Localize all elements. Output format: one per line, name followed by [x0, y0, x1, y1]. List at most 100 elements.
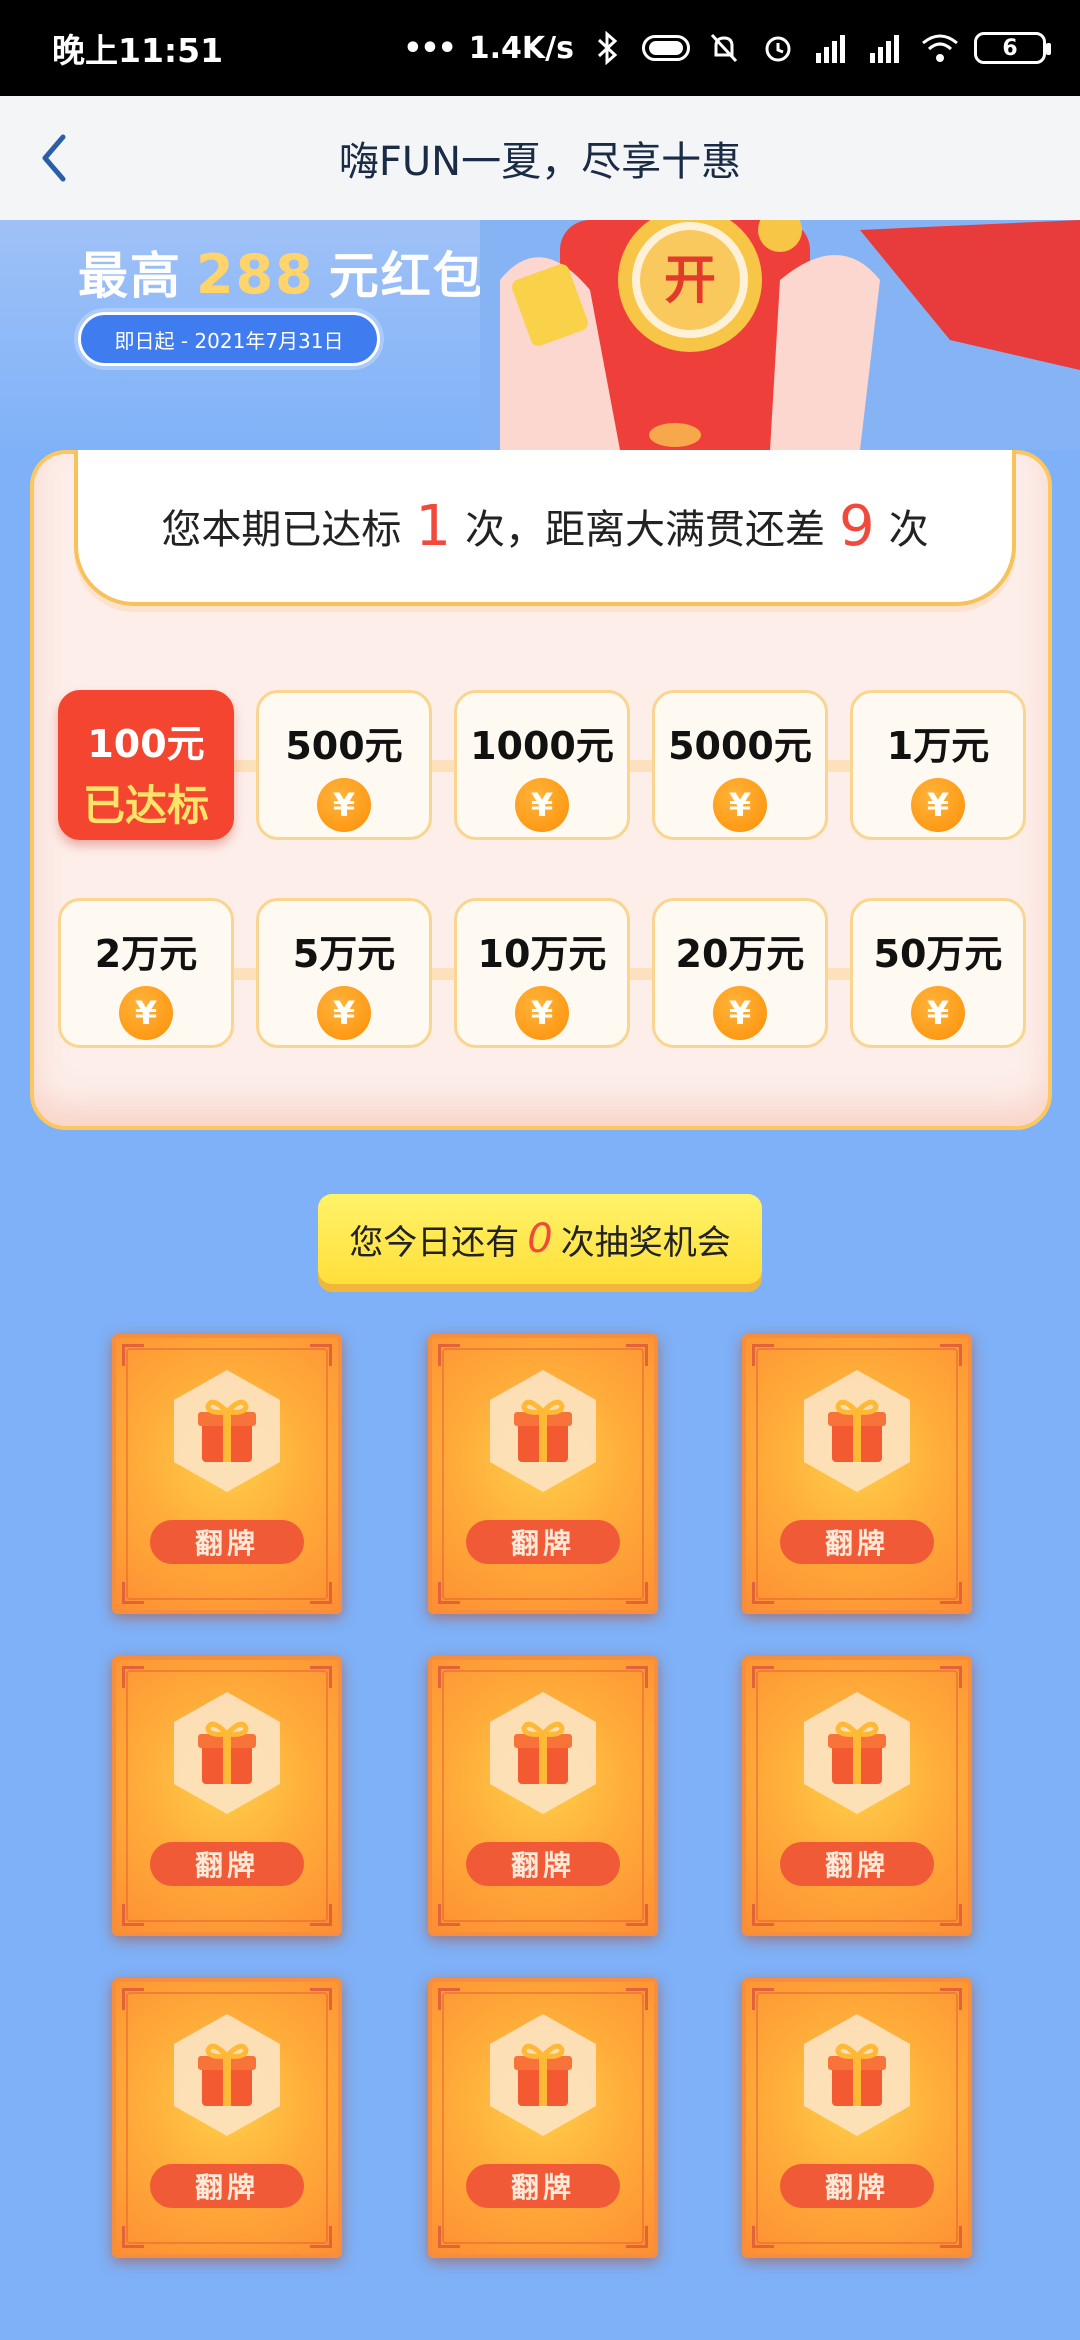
tier-item: 5万元 ¥ [256, 898, 432, 1048]
gift-icon [174, 1692, 280, 1814]
gift-icon [174, 1370, 280, 1492]
corner-ornament-icon [122, 2226, 144, 2248]
tier-label: 50万元 [873, 932, 1003, 976]
flip-card[interactable]: 翻牌 [428, 1656, 658, 1936]
alarm-icon [758, 28, 798, 68]
flip-button[interactable]: 翻牌 [150, 1842, 304, 1886]
flip-button[interactable]: 翻牌 [466, 2164, 620, 2208]
corner-ornament-icon [940, 1904, 962, 1926]
gift-icon [804, 2014, 910, 2136]
yuan-coin-icon: ¥ [911, 986, 965, 1040]
achieved-count: 1 [415, 493, 451, 559]
progress-suffix: 次 [888, 507, 929, 553]
flip-card[interactable]: 翻牌 [742, 1656, 972, 1936]
gift-icon [490, 1692, 596, 1814]
banner-prefix: 最高 [78, 247, 182, 305]
corner-ornament-icon [940, 1344, 962, 1366]
banner-suffix: 元红包 [328, 247, 485, 305]
corner-ornament-icon [626, 1582, 648, 1604]
gift-icon [174, 2014, 280, 2136]
tier-label: 500元 [285, 724, 403, 768]
tier-item: 500元 ¥ [256, 690, 432, 840]
pill-toggle-icon [642, 35, 690, 61]
corner-ornament-icon [122, 1582, 144, 1604]
corner-ornament-icon [626, 1666, 648, 1688]
gift-icon [804, 1692, 910, 1814]
flip-button[interactable]: 翻牌 [780, 1520, 934, 1564]
chance-suffix: 次抽奖机会 [560, 1222, 731, 1263]
corner-ornament-icon [752, 1988, 774, 2010]
tier-label: 100元 [87, 722, 205, 766]
wifi-icon [920, 28, 960, 68]
tier-label: 5000元 [668, 724, 812, 768]
corner-ornament-icon [752, 1582, 774, 1604]
corner-ornament-icon [438, 1904, 460, 1926]
flip-card[interactable]: 翻牌 [112, 1656, 342, 1936]
flip-card[interactable]: 翻牌 [112, 1334, 342, 1614]
tier-item: 1万元 ¥ [850, 690, 1026, 840]
yuan-coin-icon: ¥ [317, 778, 371, 832]
tier-item: 10万元 ¥ [454, 898, 630, 1048]
tier-label: 20万元 [675, 932, 805, 976]
corner-ornament-icon [752, 1904, 774, 1926]
date-range-badge: 即日起 - 2021年7月31日 [78, 312, 380, 366]
corner-ornament-icon [310, 1666, 332, 1688]
progress-middle: 次，距离大满贯还差 [465, 507, 825, 553]
flip-button[interactable]: 翻牌 [150, 1520, 304, 1564]
corner-ornament-icon [310, 1988, 332, 2010]
status-icons: ••• 1.4K/s 6 [403, 28, 1051, 68]
flip-card[interactable]: 翻牌 [428, 1334, 658, 1614]
tier-item: 5000元 ¥ [652, 690, 828, 840]
corner-ornament-icon [438, 1344, 460, 1366]
progress-card: 您本期已达标 1 次，距离大满贯还差 9 次 100元 已达标 500元 ¥ 1… [30, 450, 1052, 1130]
tier-label: 1000元 [470, 724, 614, 768]
mute-icon [704, 28, 744, 68]
tier-label: 5万元 [292, 932, 396, 976]
red-envelope-illustration: 开 [480, 220, 1080, 450]
flip-button[interactable]: 翻牌 [780, 2164, 934, 2208]
status-time: 晚上11:51 [52, 31, 224, 70]
tier-item: 1000元 ¥ [454, 690, 630, 840]
corner-ornament-icon [626, 1988, 648, 2010]
progress-prefix: 您本期已达标 [161, 507, 402, 553]
tier-label: 1万元 [886, 724, 990, 768]
tier-row-1: 100元 已达标 500元 ¥ 1000元 ¥ 5000元 ¥ 1万元 ¥ [58, 690, 1028, 840]
promo-banner: 最高 288 元红包 即日起 - 2021年7月31日 开 [0, 220, 1080, 450]
flip-card[interactable]: 翻牌 [428, 1978, 658, 2258]
tier-item: 50万元 ¥ [850, 898, 1026, 1048]
back-arrow-icon[interactable] [26, 130, 82, 186]
flip-button[interactable]: 翻牌 [466, 1842, 620, 1886]
corner-ornament-icon [626, 1904, 648, 1926]
gift-icon [804, 1370, 910, 1492]
flip-button[interactable]: 翻牌 [780, 1842, 934, 1886]
tier-item: 2万元 ¥ [58, 898, 234, 1048]
nav-bar: 嗨FUN一夏，尽享十惠 [0, 96, 1080, 220]
flip-card[interactable]: 翻牌 [742, 1978, 972, 2258]
corner-ornament-icon [438, 1582, 460, 1604]
status-bar: 晚上11:51 ••• 1.4K/s 6 [0, 0, 1080, 96]
yuan-coin-icon: ¥ [713, 778, 767, 832]
flip-card[interactable]: 翻牌 [742, 1334, 972, 1614]
flip-card[interactable]: 翻牌 [112, 1978, 342, 2258]
flip-button[interactable]: 翻牌 [150, 2164, 304, 2208]
corner-ornament-icon [752, 1344, 774, 1366]
progress-summary: 您本期已达标 1 次，距离大满贯还差 9 次 [74, 450, 1016, 606]
lottery-chances-badge: 您今日还有 0 次抽奖机会 [318, 1194, 762, 1284]
yuan-coin-icon: ¥ [713, 986, 767, 1040]
corner-ornament-icon [940, 1582, 962, 1604]
signal-hd-icon [812, 28, 852, 68]
gift-icon [490, 1370, 596, 1492]
corner-ornament-icon [438, 1988, 460, 2010]
corner-ornament-icon [626, 2226, 648, 2248]
remaining-count: 9 [839, 493, 875, 559]
flip-button[interactable]: 翻牌 [466, 1520, 620, 1564]
corner-ornament-icon [122, 1344, 144, 1366]
banner-amount: 288 [196, 243, 315, 306]
corner-ornament-icon [122, 1904, 144, 1926]
gift-icon [490, 2014, 596, 2136]
corner-ornament-icon [438, 2226, 460, 2248]
corner-ornament-icon [122, 1666, 144, 1688]
corner-ornament-icon [310, 1904, 332, 1926]
yuan-coin-icon: ¥ [515, 778, 569, 832]
corner-ornament-icon [940, 1988, 962, 2010]
